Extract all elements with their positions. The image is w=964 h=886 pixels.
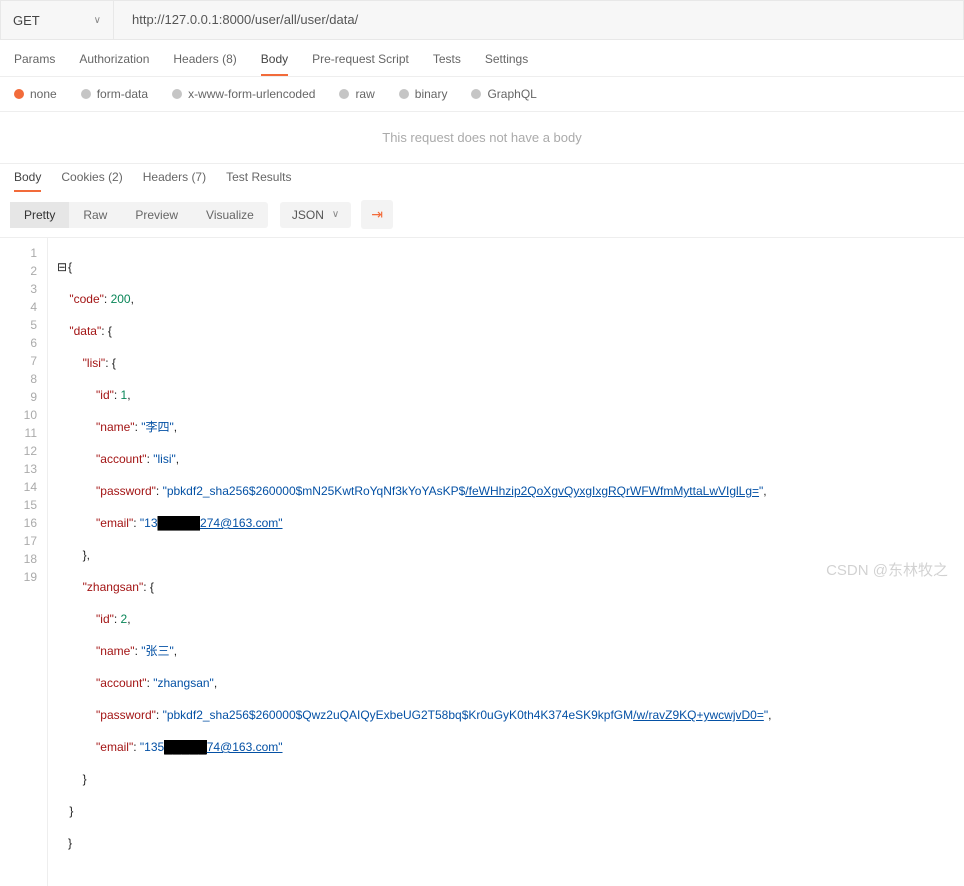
format-select[interactable]: JSON ∨: [280, 202, 351, 228]
radio-raw[interactable]: raw: [339, 87, 374, 101]
radio-binary[interactable]: binary: [399, 87, 448, 101]
view-mode-segment: Pretty Raw Preview Visualize: [10, 202, 268, 228]
view-visualize[interactable]: Visualize: [192, 202, 268, 228]
view-raw[interactable]: Raw: [69, 202, 121, 228]
tab-prerequest[interactable]: Pre-request Script: [312, 52, 409, 76]
chevron-down-icon: ∨: [332, 209, 339, 220]
line-gutter: 12345678910111213141516171819: [0, 238, 48, 886]
tab-tests[interactable]: Tests: [433, 52, 461, 76]
watermark: CSDN @东林牧之: [826, 559, 948, 580]
radio-dot-icon: [14, 89, 24, 99]
url-input[interactable]: http://127.0.0.1:8000/user/all/user/data…: [113, 0, 963, 40]
wrap-lines-button[interactable]: ⇥: [361, 200, 393, 229]
response-editor: 12345678910111213141516171819 ⊟{ "code":…: [0, 238, 964, 886]
tab-authorization[interactable]: Authorization: [79, 52, 149, 76]
response-tabs: Body Cookies (2) Headers (7) Test Result…: [0, 163, 964, 192]
radio-dot-icon: [339, 89, 349, 99]
response-view-bar: Pretty Raw Preview Visualize JSON ∨ ⇥: [0, 192, 964, 238]
resp-tab-cookies[interactable]: Cookies (2): [61, 170, 122, 192]
radio-formdata[interactable]: form-data: [81, 87, 148, 101]
radio-graphql[interactable]: GraphQL: [471, 87, 536, 101]
tab-params[interactable]: Params: [14, 52, 55, 76]
method-select[interactable]: GET ∨: [1, 13, 113, 28]
radio-dot-icon: [471, 89, 481, 99]
no-body-message: This request does not have a body: [0, 112, 964, 163]
tab-headers[interactable]: Headers (8): [173, 52, 236, 76]
radio-xwww[interactable]: x-www-form-urlencoded: [172, 87, 315, 101]
view-pretty[interactable]: Pretty: [10, 202, 69, 228]
radio-dot-icon: [81, 89, 91, 99]
radio-dot-icon: [172, 89, 182, 99]
view-preview[interactable]: Preview: [121, 202, 192, 228]
resp-tab-body[interactable]: Body: [14, 170, 41, 192]
tab-body[interactable]: Body: [261, 52, 288, 76]
chevron-down-icon: ∨: [94, 15, 101, 26]
body-type-radios: none form-data x-www-form-urlencoded raw…: [0, 77, 964, 112]
tab-settings[interactable]: Settings: [485, 52, 528, 76]
radio-dot-icon: [399, 89, 409, 99]
method-label: GET: [13, 13, 40, 28]
radio-none[interactable]: none: [14, 87, 57, 101]
request-tabs: Params Authorization Headers (8) Body Pr…: [0, 40, 964, 77]
resp-tab-testresults[interactable]: Test Results: [226, 170, 291, 192]
request-bar: GET ∨ http://127.0.0.1:8000/user/all/use…: [0, 0, 964, 40]
resp-tab-headers[interactable]: Headers (7): [143, 170, 206, 192]
